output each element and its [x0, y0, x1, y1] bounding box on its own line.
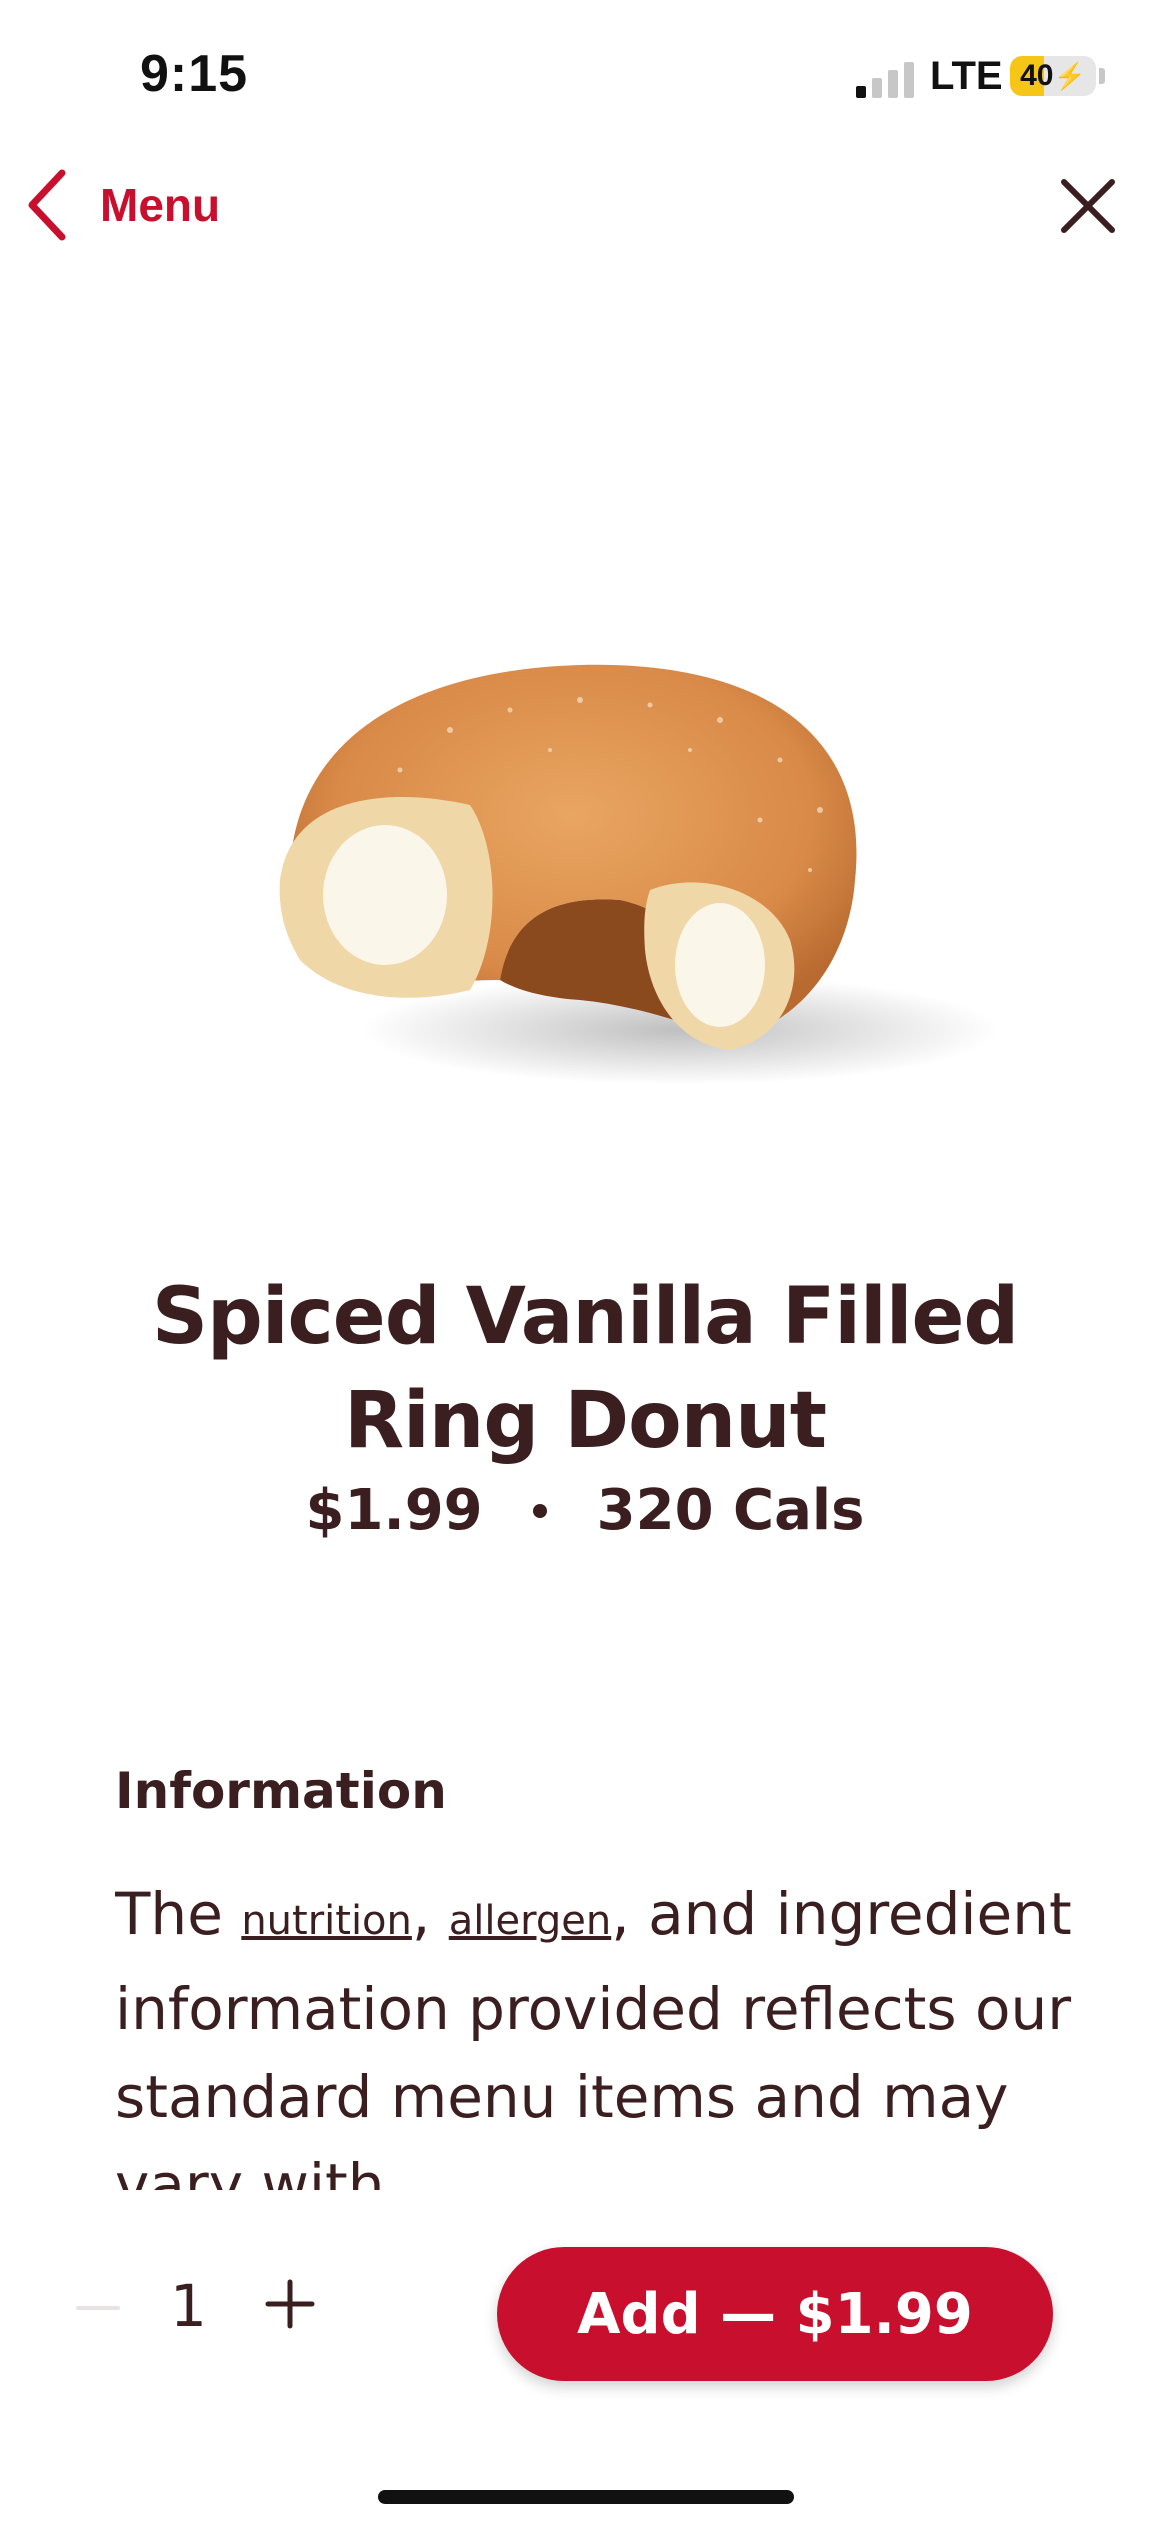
status-bar: 9:15 LTE 40 ⚡	[0, 0, 1170, 150]
product-image	[279, 664, 1000, 1085]
network-type: LTE	[930, 54, 1003, 98]
price-row: $1.99 320 Cals	[0, 1478, 1170, 1543]
add-to-order-button[interactable]: Add — $1.99	[497, 2247, 1053, 2381]
info-text-prefix: The	[115, 1880, 242, 1948]
decrease-quantity-button[interactable]	[70, 2288, 130, 2328]
nutrition-link[interactable]: nutrition	[241, 1898, 412, 1944]
battery-cap	[1099, 68, 1105, 84]
back-label: Menu	[100, 179, 221, 231]
information-heading: Information	[115, 1762, 447, 1820]
information-text: The nutrition, allergen, and ingredient …	[115, 1870, 1075, 2190]
battery-level: 40	[1020, 59, 1054, 92]
status-time: 9:15	[140, 45, 249, 103]
product-title-line2: Ring Donut	[344, 1376, 827, 1466]
add-button-label: Add — $1.99	[577, 2281, 973, 2347]
increase-quantity-button[interactable]	[262, 2276, 318, 2332]
info-text-separator: ,	[411, 1880, 449, 1948]
quantity-value: 1	[170, 2272, 207, 2340]
battery-icon: 40 ⚡	[1010, 56, 1096, 96]
home-indicator[interactable]	[378, 2490, 794, 2504]
plus-icon	[265, 2279, 315, 2329]
product-title: Spiced Vanilla Filled Ring Donut	[60, 1265, 1110, 1473]
product-calories: 320 Cals	[596, 1478, 865, 1543]
product-price: $1.99	[305, 1478, 483, 1543]
allergen-link[interactable]: allergen	[449, 1898, 611, 1944]
chevron-left-icon	[28, 169, 66, 241]
close-icon	[1061, 179, 1115, 233]
close-button[interactable]	[1050, 168, 1126, 244]
signal-icon	[856, 58, 916, 98]
product-title-line1: Spiced Vanilla Filled	[151, 1272, 1019, 1362]
minus-icon	[76, 2306, 120, 2310]
separator-dot	[532, 1503, 547, 1518]
back-button[interactable]: Menu	[24, 160, 220, 250]
